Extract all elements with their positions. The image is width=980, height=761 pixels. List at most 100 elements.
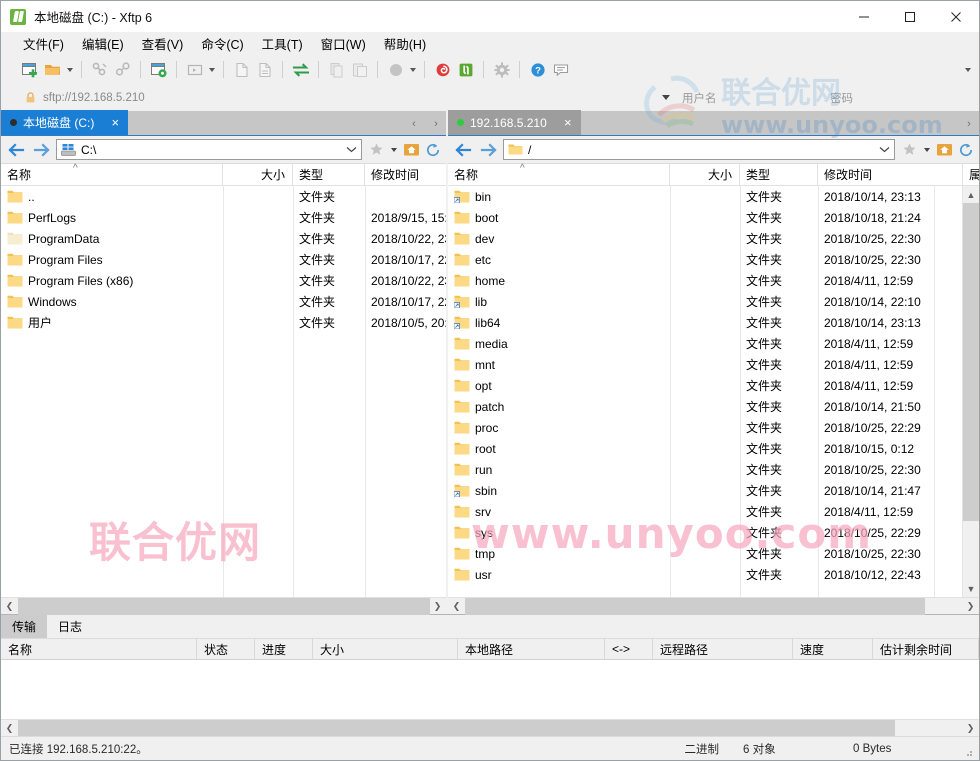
disconnect-button[interactable]	[88, 58, 111, 81]
column-header-type[interactable]: 类型	[293, 163, 365, 186]
column-header-attributes[interactable]: 属性	[963, 164, 979, 186]
file-row[interactable]: 用户 文件夹 2018/10/5, 20:24	[1, 312, 446, 333]
home-button[interactable]	[400, 137, 422, 163]
scroll-track[interactable]	[465, 597, 962, 615]
remote-file-list[interactable]: bin文件夹2018/10/14, 23:13lr-xr-xr-xboot文件夹…	[448, 186, 979, 597]
file-row[interactable]: media文件夹2018/4/11, 12:59drwxr-xr-x	[448, 333, 962, 354]
session-url-field[interactable]: sftp://192.168.5.210	[18, 87, 657, 108]
tab-log[interactable]: 日志	[47, 615, 93, 638]
transfer-column-progress[interactable]: 进度	[255, 638, 313, 660]
column-header-modified[interactable]: 修改时间	[818, 163, 963, 186]
file-row[interactable]: opt文件夹2018/4/11, 12:59drwxr-xr-x	[448, 375, 962, 396]
terminal-dropdown[interactable]	[206, 59, 217, 81]
favorites-button[interactable]	[898, 137, 920, 163]
file-row[interactable]: sbin文件夹2018/10/14, 21:47lr-xr-xr-x	[448, 480, 962, 501]
transfer-column-speed[interactable]: 速度	[793, 638, 873, 660]
column-header-type[interactable]: 类型	[740, 163, 818, 186]
transfer-column-name[interactable]: 名称	[1, 638, 197, 660]
scroll-thumb[interactable]	[465, 597, 925, 615]
file-row[interactable]: usr文件夹2018/10/12, 22:43drwxr-xr-x	[448, 564, 962, 585]
file-row[interactable]: lib文件夹2018/10/14, 22:10lr-xr-xr-x	[448, 291, 962, 312]
scroll-right-icon[interactable]: ❯	[962, 598, 979, 615]
file-row[interactable]: Program Files (x86) 文件夹 2018/10/22, 23:36	[1, 270, 446, 291]
home-button[interactable]	[933, 137, 955, 163]
chevron-down-icon[interactable]	[876, 146, 892, 153]
transfer-column-local-path[interactable]: 本地路径	[458, 638, 605, 660]
terminal-button[interactable]	[183, 58, 206, 81]
close-button[interactable]	[933, 1, 979, 32]
xshell-button[interactable]	[431, 58, 454, 81]
scroll-right-icon[interactable]: ❯	[429, 598, 446, 615]
sync-browsing-button[interactable]	[289, 58, 312, 81]
scroll-up-icon[interactable]: ▲	[963, 186, 979, 203]
menu-tools[interactable]: 工具(T)	[253, 31, 312, 56]
file-row[interactable]: PerfLogs 文件夹 2018/9/15, 15:33	[1, 207, 446, 228]
column-header-name[interactable]: 名称 ^	[448, 163, 670, 186]
scroll-thumb[interactable]	[963, 203, 979, 521]
transfer-column-remote-path[interactable]: 远程路径	[653, 638, 793, 660]
local-horizontal-scrollbar[interactable]: ❮ ❯	[1, 597, 446, 615]
scroll-track[interactable]	[18, 719, 962, 737]
menu-command[interactable]: 命令(C)	[192, 31, 252, 56]
session-settings-button[interactable]	[147, 58, 170, 81]
help-button[interactable]: ?	[526, 58, 549, 81]
favorites-button[interactable]	[365, 137, 387, 163]
scroll-track[interactable]	[963, 203, 979, 580]
menu-help[interactable]: 帮助(H)	[375, 31, 435, 56]
transfer-column-size[interactable]: 大小	[313, 638, 458, 660]
scroll-left-icon[interactable]: ❮	[1, 598, 18, 615]
open-folder-dropdown[interactable]	[64, 59, 75, 81]
menu-edit[interactable]: 编辑(E)	[73, 31, 133, 56]
file-row[interactable]: proc文件夹2018/10/25, 22:29dr-xr-xr-x	[448, 417, 962, 438]
scroll-thumb[interactable]	[18, 597, 430, 615]
tab-prev-icon[interactable]: ‹	[408, 118, 420, 130]
file-row[interactable]: sys文件夹2018/10/25, 22:29dr-xr-xr-x	[448, 522, 962, 543]
transfer-column-direction[interactable]: <->	[605, 638, 653, 660]
open-folder-button[interactable]	[41, 58, 64, 81]
file-row[interactable]: dev文件夹2018/10/25, 22:30drwxr-xr-x	[448, 228, 962, 249]
scroll-thumb[interactable]	[18, 719, 895, 737]
password-field[interactable]: 密码	[823, 87, 973, 108]
file-row[interactable]: ProgramData 文件夹 2018/10/22, 23:30	[1, 228, 446, 249]
options-button[interactable]	[490, 58, 513, 81]
column-header-name[interactable]: 名称 ^	[1, 163, 223, 186]
file-row[interactable]: boot文件夹2018/10/18, 21:24dr-xr-xr-x	[448, 207, 962, 228]
session-url-dropdown[interactable]	[657, 87, 675, 108]
remote-file-rows[interactable]: bin文件夹2018/10/14, 23:13lr-xr-xr-xboot文件夹…	[448, 186, 962, 597]
transfer-column-status[interactable]: 状态	[197, 638, 255, 660]
local-file-rows[interactable]: .. 文件夹 PerfLogs 文件夹 2018/9/15, 15:33 ProgramD…	[1, 186, 446, 597]
file-row[interactable]: run文件夹2018/10/25, 22:30drwxr-xr-x	[448, 459, 962, 480]
close-icon[interactable]: ×	[106, 110, 124, 135]
username-field[interactable]: 用户名	[675, 87, 823, 108]
forward-button[interactable]	[476, 137, 500, 163]
back-button[interactable]	[5, 137, 29, 163]
toolbar-overflow-button[interactable]	[961, 55, 975, 84]
remote-vertical-scrollbar[interactable]: ▲ ▼	[962, 186, 979, 597]
close-icon[interactable]: ×	[559, 110, 577, 135]
menu-window[interactable]: 窗口(W)	[312, 31, 375, 56]
favorites-dropdown[interactable]	[387, 137, 400, 163]
file-row[interactable]: root文件夹2018/10/15, 0:12dr-xr-x---	[448, 438, 962, 459]
scroll-left-icon[interactable]: ❮	[1, 720, 18, 737]
local-path-input[interactable]: C:\	[56, 139, 362, 160]
tab-next-icon[interactable]: ›	[430, 118, 442, 130]
file-row[interactable]: lib64文件夹2018/10/14, 23:13lr-xr-xr-x	[448, 312, 962, 333]
tab-next-icon[interactable]: ›	[963, 118, 975, 130]
file-row[interactable]: bin文件夹2018/10/14, 23:13lr-xr-xr-x	[448, 186, 962, 207]
tab-local-disk[interactable]: 本地磁盘 (C:) ×	[1, 110, 129, 135]
menu-file[interactable]: 文件(F)	[14, 31, 73, 56]
file-row[interactable]: srv文件夹2018/4/11, 12:59drwxr-xr-x	[448, 501, 962, 522]
column-header-size[interactable]: 大小	[223, 163, 293, 186]
new-session-button[interactable]	[18, 58, 41, 81]
scroll-right-icon[interactable]: ❯	[962, 720, 979, 737]
paste-button[interactable]	[348, 58, 371, 81]
transfer-mode-dropdown[interactable]	[407, 59, 418, 81]
maximize-button[interactable]	[887, 1, 933, 32]
reconnect-button[interactable]	[111, 58, 134, 81]
scroll-down-icon[interactable]: ▼	[963, 580, 979, 597]
resize-grip-icon[interactable]	[961, 737, 979, 761]
local-file-list[interactable]: .. 文件夹 PerfLogs 文件夹 2018/9/15, 15:33 ProgramD…	[1, 186, 446, 597]
menu-view[interactable]: 查看(V)	[133, 31, 193, 56]
file-row[interactable]: mnt文件夹2018/4/11, 12:59drwxr-xr-x	[448, 354, 962, 375]
transfer-column-eta[interactable]: 估计剩余时间	[873, 638, 979, 660]
